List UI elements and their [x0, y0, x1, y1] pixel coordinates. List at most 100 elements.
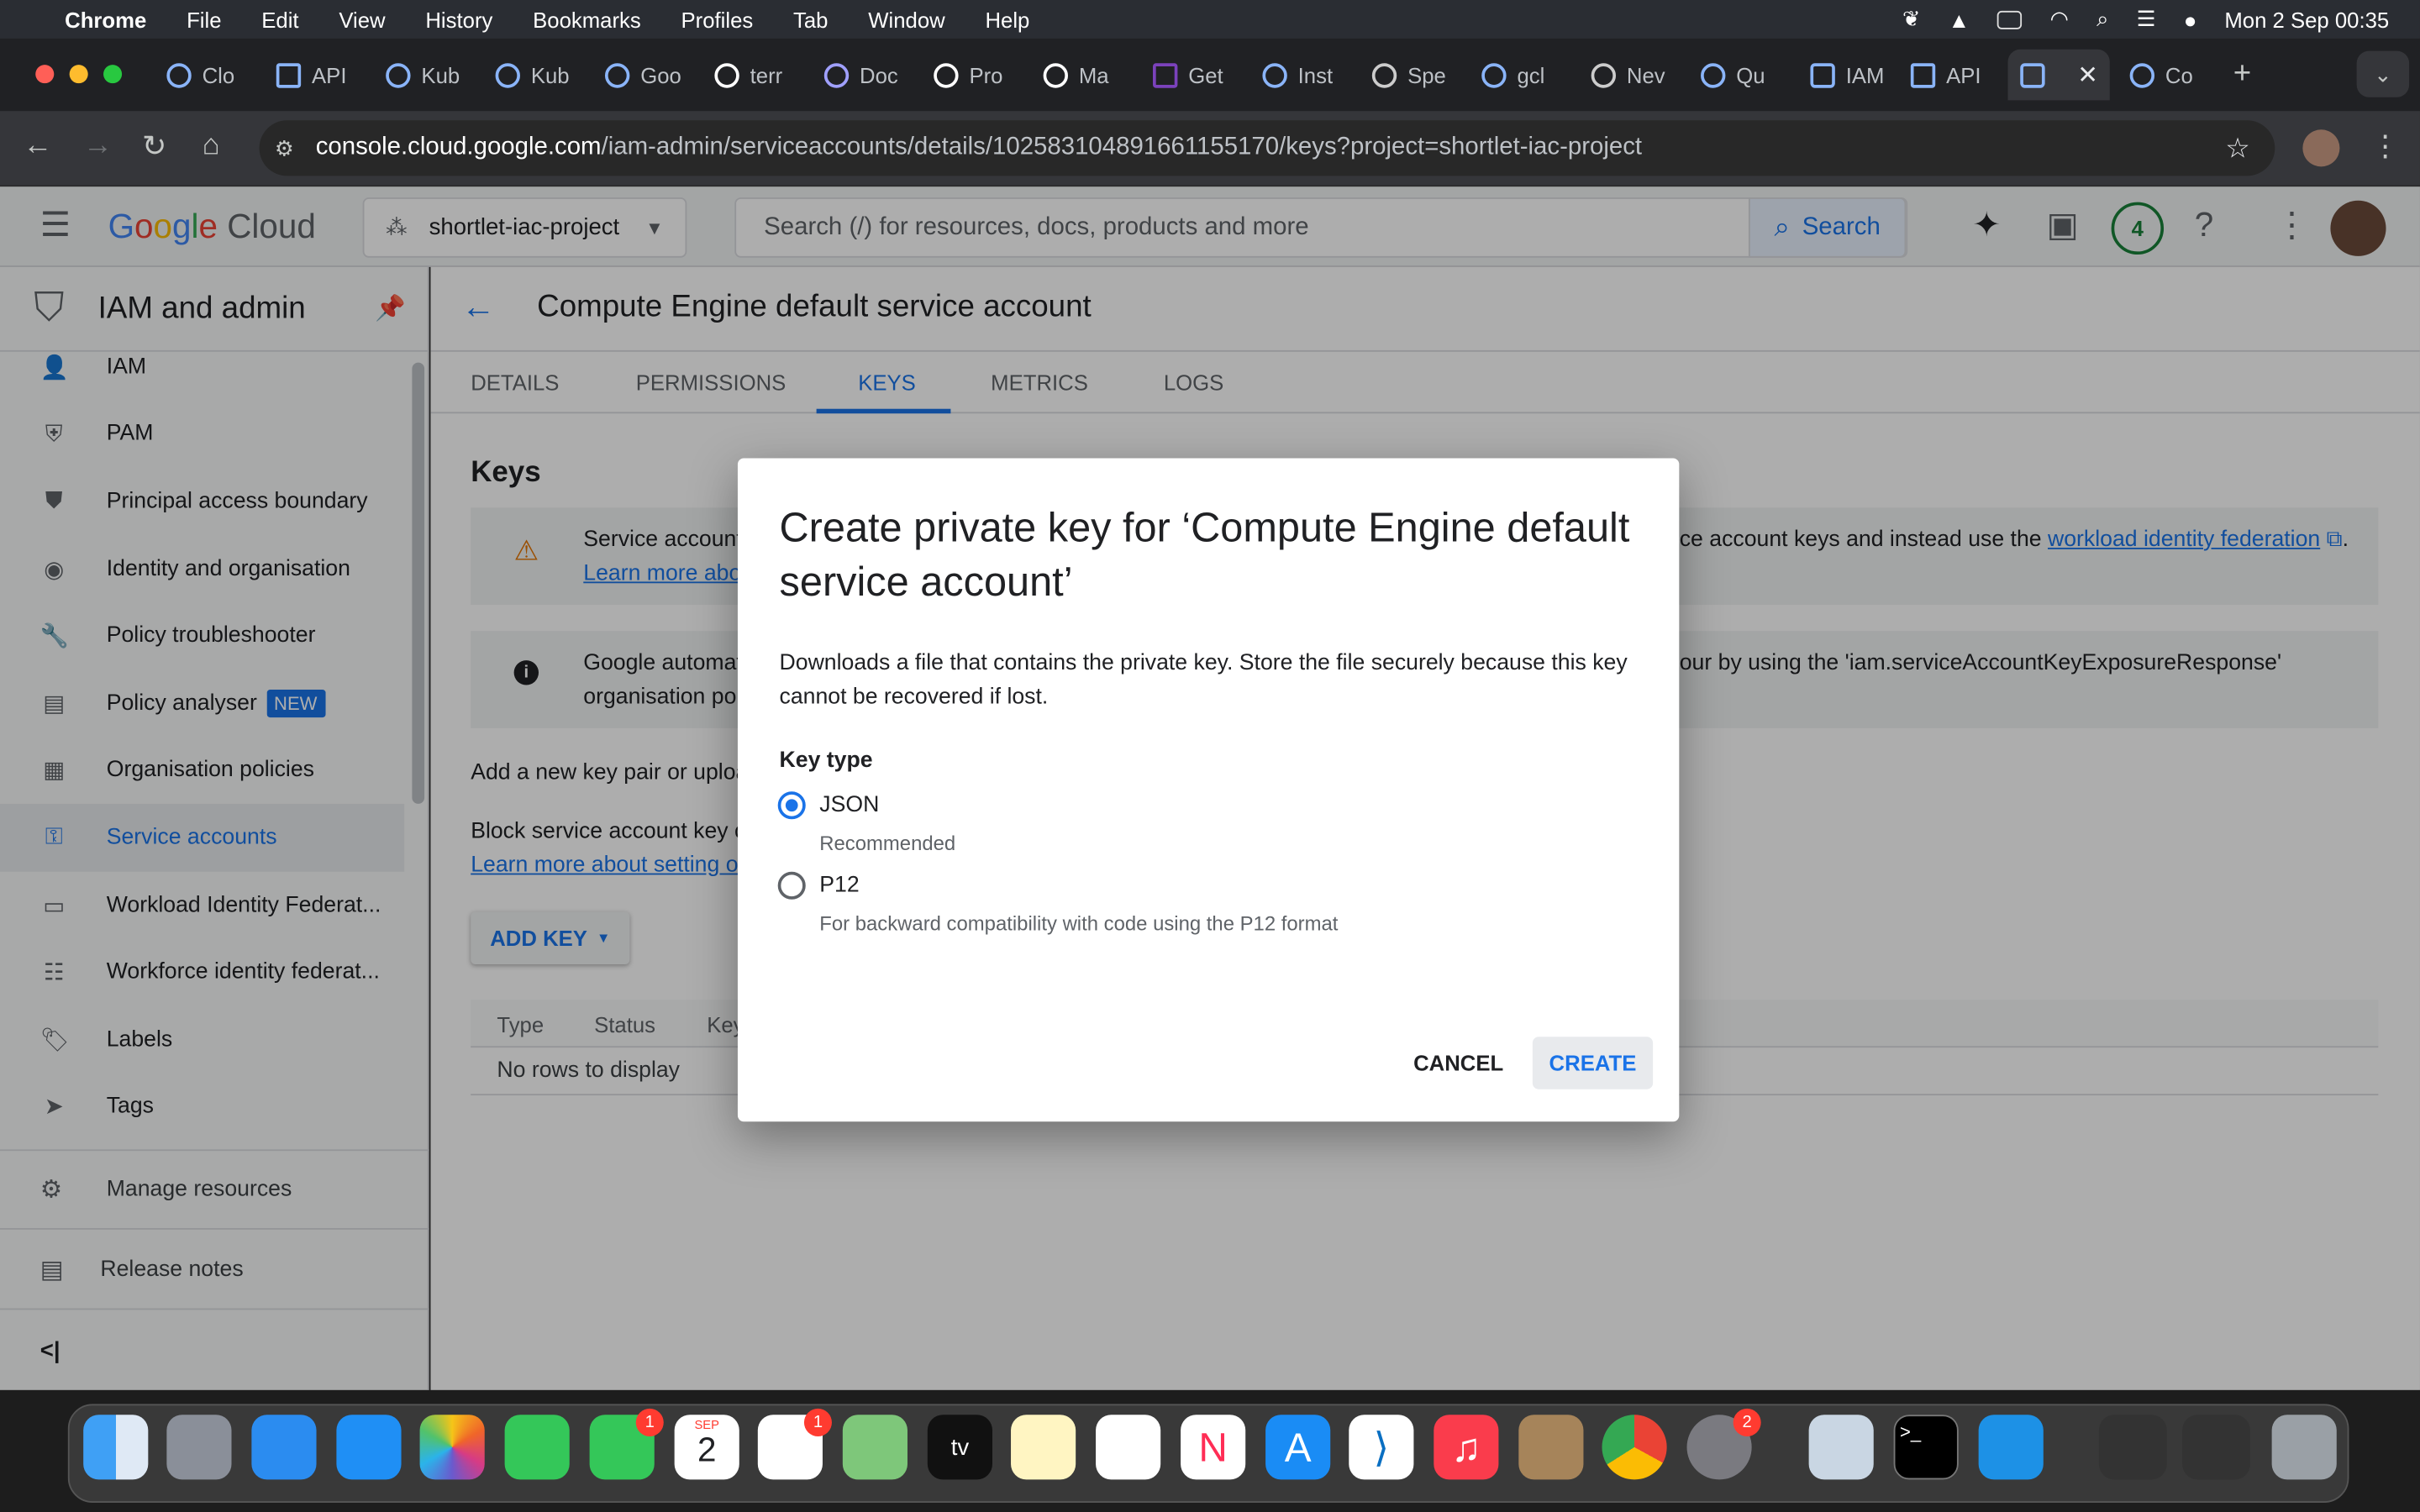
menu-help[interactable]: Help	[985, 7, 1029, 31]
leaf-icon[interactable]: ❦	[1902, 6, 1921, 32]
tab-label: Inst	[1297, 62, 1334, 87]
window-thumbnail-vscode-2[interactable]	[2182, 1415, 2250, 1480]
tab-search-chevron-icon[interactable]: ⌄	[2356, 50, 2410, 97]
new-tab-icon[interactable]: +	[2233, 57, 2251, 92]
news-icon[interactable]: N	[1181, 1415, 1246, 1480]
browser-tab[interactable]: Get	[1140, 50, 1249, 101]
terraform-favicon-icon	[1153, 62, 1178, 87]
menu-clock[interactable]: Mon 2 Sep 00:35	[2224, 7, 2389, 31]
browser-tab[interactable]: Doc	[812, 50, 921, 101]
battery-icon[interactable]	[1997, 9, 2023, 29]
launchpad-icon[interactable]	[166, 1415, 232, 1480]
forward-icon[interactable]: →	[83, 129, 113, 163]
menu-profiles[interactable]: Profiles	[681, 7, 754, 31]
docker-icon[interactable]	[1978, 1415, 2044, 1480]
menu-view[interactable]: View	[339, 7, 385, 31]
menu-file[interactable]: File	[187, 7, 221, 31]
browser-tab[interactable]: gcl	[1470, 50, 1579, 101]
browser-tab[interactable]: API	[1898, 50, 2007, 101]
terminal-icon[interactable]: >_	[1893, 1415, 1959, 1480]
chrome-icon[interactable]	[1602, 1415, 1667, 1480]
site-info-icon[interactable]: ⚙	[275, 135, 294, 161]
tab-label: Nev	[1626, 62, 1665, 87]
cloud-favicon-icon	[386, 62, 411, 87]
menu-window[interactable]: Window	[868, 7, 944, 31]
browser-tab[interactable]: Ma	[1031, 50, 1140, 101]
radio-json-sublabel: Recommended	[819, 831, 956, 855]
browser-tab[interactable]: Clo	[155, 50, 264, 101]
url-host: console.cloud.google.com	[315, 134, 602, 161]
profile-avatar-icon[interactable]	[2302, 129, 2340, 167]
vscode-icon[interactable]: ⟩	[1349, 1415, 1414, 1480]
menu-bookmarks[interactable]: Bookmarks	[533, 7, 641, 31]
app-store-icon[interactable]: A	[1265, 1415, 1331, 1480]
calendar-icon[interactable]: SEP 2	[674, 1415, 739, 1480]
photos-icon[interactable]	[419, 1415, 485, 1480]
back-icon[interactable]: ←	[24, 129, 53, 163]
tab-label: Doc	[860, 62, 898, 87]
speedtest-favicon-icon	[1371, 62, 1397, 87]
browser-tab[interactable]: Goo	[592, 50, 702, 101]
apple-tv-icon[interactable]: tv	[927, 1415, 992, 1480]
tab-label: Kub	[530, 62, 570, 87]
tab-label: Pro	[969, 62, 1003, 87]
preview-icon[interactable]	[1808, 1415, 1874, 1480]
browser-tab[interactable]: Nev	[1579, 50, 1688, 101]
key-type-label: Key type	[779, 748, 873, 774]
contacts-icon[interactable]	[1518, 1415, 1584, 1480]
address-bar[interactable]: ⚙ console.cloud.google.com/iam-admin/ser…	[259, 120, 2275, 176]
iam-shield-favicon-icon	[1810, 62, 1835, 87]
browser-tab[interactable]: Qu	[1688, 50, 1797, 101]
siri-icon[interactable]: ●	[2184, 7, 2197, 31]
url-path: /iam-admin/serviceaccounts/details/10258…	[601, 134, 1643, 161]
cancel-button[interactable]: CANCEL	[1394, 1037, 1523, 1089]
menu-edit[interactable]: Edit	[261, 7, 298, 31]
drive-icon[interactable]: ▲	[1949, 7, 1970, 31]
spotlight-search-icon[interactable]: ⌕	[2096, 6, 2108, 32]
finder-icon[interactable]	[83, 1415, 149, 1480]
close-tab-icon[interactable]: ✕	[2077, 60, 2098, 91]
tab-label: terr	[750, 62, 783, 87]
minimize-window-button[interactable]	[69, 65, 88, 84]
cloud-favicon-icon	[2129, 62, 2155, 87]
facetime-icon[interactable]	[504, 1415, 570, 1480]
window-thumbnail-vscode[interactable]	[2098, 1415, 2167, 1480]
radio-json-label[interactable]: JSON	[819, 793, 879, 817]
browser-tab[interactable]: Kub	[483, 50, 592, 101]
mail-icon[interactable]	[251, 1415, 317, 1480]
radio-p12-label[interactable]: P12	[819, 874, 859, 898]
maps-icon[interactable]	[842, 1415, 908, 1480]
browser-tab[interactable]: Pro	[922, 50, 1031, 101]
browser-tab[interactable]: terr	[702, 50, 812, 101]
create-button[interactable]: CREATE	[1532, 1037, 1654, 1089]
freeform-icon[interactable]	[1096, 1415, 1161, 1480]
browser-toolbar: ← → ↻ ⌂ ⚙ console.cloud.google.com/iam-a…	[0, 111, 2420, 186]
bookmark-star-icon[interactable]: ☆	[2225, 132, 2250, 165]
radio-json[interactable]	[777, 791, 806, 820]
menu-tab[interactable]: Tab	[793, 7, 828, 31]
close-window-button[interactable]	[35, 65, 55, 84]
tab-label: Ma	[1078, 62, 1109, 87]
tab-label: API	[312, 62, 347, 87]
zoom-window-button[interactable]	[103, 65, 123, 84]
trash-icon[interactable]	[2271, 1415, 2337, 1480]
radio-p12[interactable]	[777, 871, 806, 900]
chrome-menu-icon[interactable]: ⋮	[2370, 129, 2400, 165]
notes-icon[interactable]	[1011, 1415, 1076, 1480]
music-icon[interactable]: ♫	[1434, 1415, 1499, 1480]
browser-tab[interactable]: Co	[2118, 50, 2227, 101]
browser-tab[interactable]: API	[264, 50, 373, 101]
home-icon[interactable]: ⌂	[203, 129, 220, 163]
menu-history[interactable]: History	[425, 7, 492, 31]
reload-icon[interactable]: ↻	[142, 129, 166, 165]
tab-label: Clo	[202, 62, 235, 87]
control-center-icon[interactable]: ☰	[2137, 6, 2156, 32]
wifi-icon[interactable]: ◠	[2050, 6, 2069, 32]
browser-tab[interactable]: Spe	[1360, 50, 1469, 101]
browser-tab[interactable]: IAM	[1798, 50, 1907, 101]
safari-icon[interactable]	[336, 1415, 402, 1480]
browser-tab[interactable]: Inst	[1250, 50, 1360, 101]
browser-tab[interactable]: Kub	[373, 50, 482, 101]
menu-app-chrome[interactable]: Chrome	[65, 7, 146, 31]
browser-tab-active[interactable]: ✕	[2007, 49, 2110, 101]
